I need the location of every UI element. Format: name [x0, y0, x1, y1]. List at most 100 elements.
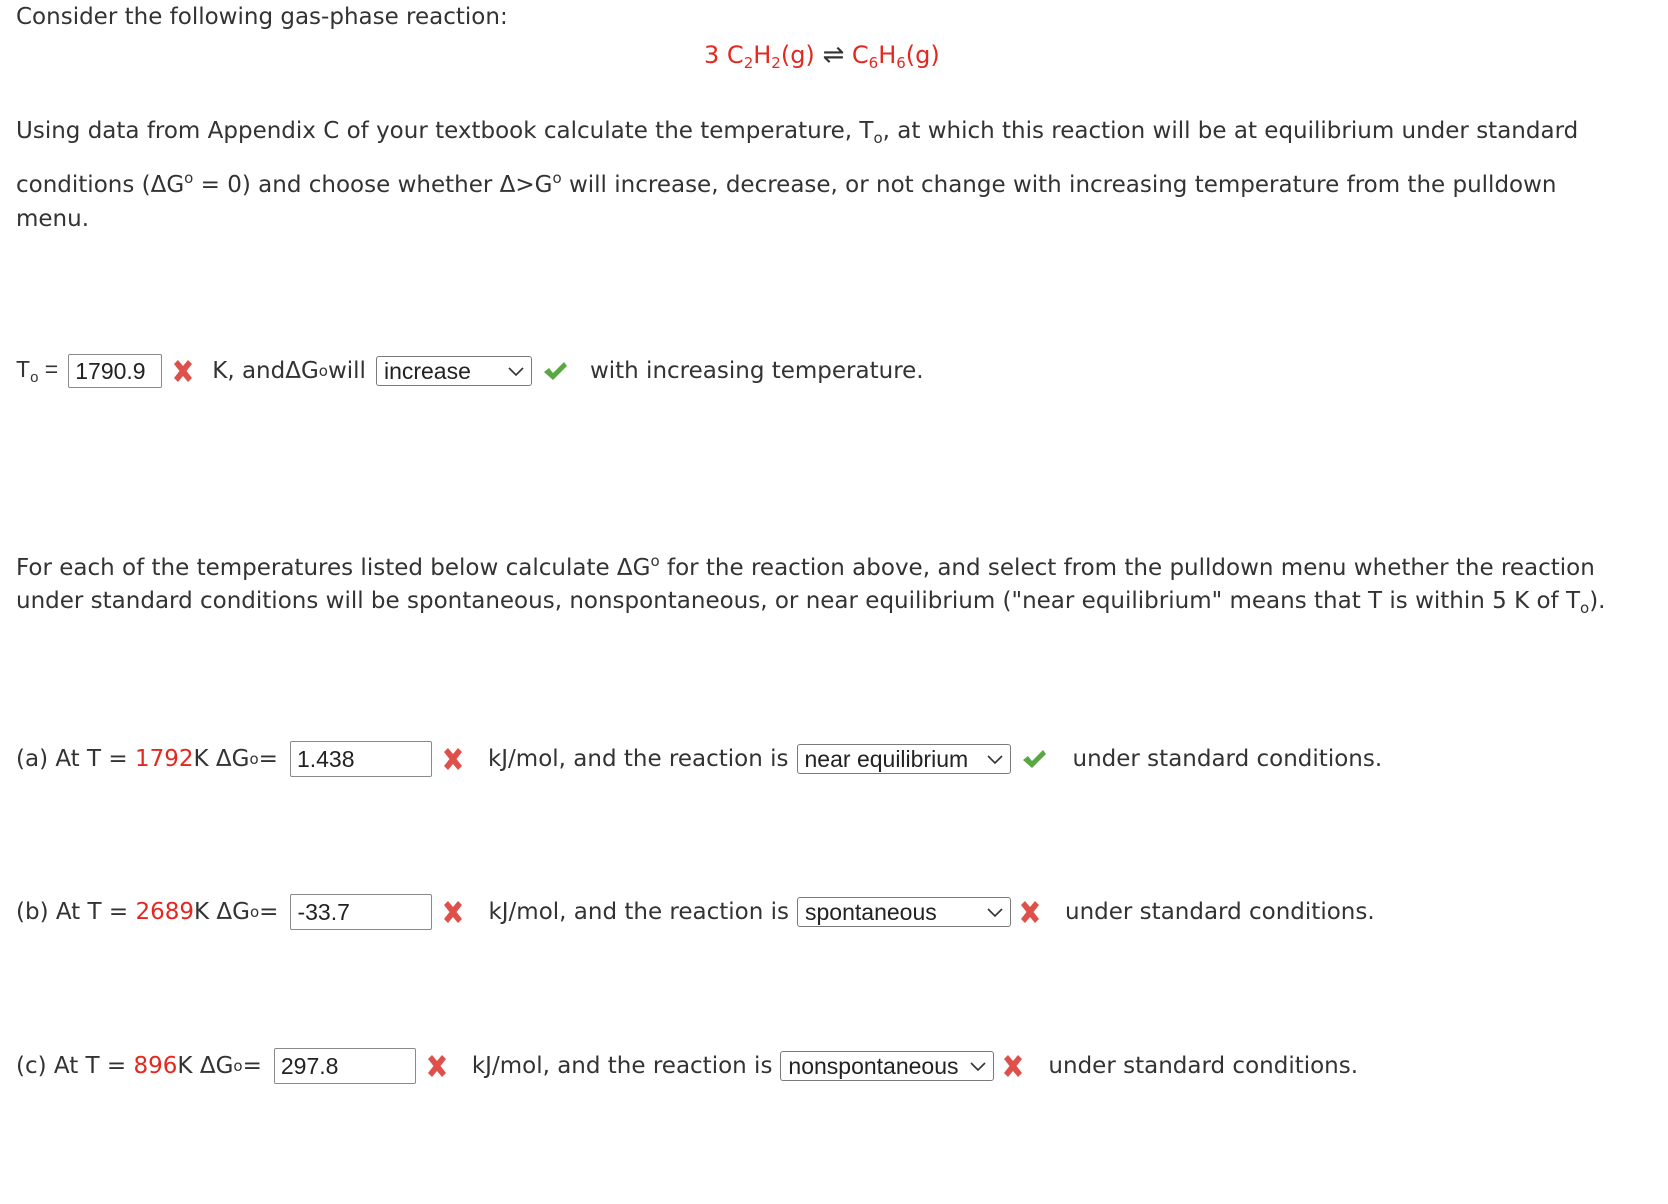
superscript: o [552, 169, 562, 187]
spontaneity-select-c[interactable]: nonspontaneous [780, 1051, 995, 1081]
to-label: To = [16, 356, 58, 386]
element-c: C [726, 41, 744, 69]
question-a-row: (a) At T = 1792 K ΔGo = 1.438 kJ/mol, an… [16, 740, 1382, 778]
instructions2-line-1: For each of the temperatures listed belo… [16, 552, 1595, 581]
delta-g-input-a[interactable]: 1.438 [289, 741, 432, 777]
subscript: o [1580, 599, 1590, 617]
incorrect-x-icon [170, 358, 196, 384]
instructions-line-2: conditions (ΔGo = 0) and choose whether … [16, 169, 1557, 198]
text: K [177, 1053, 193, 1079]
superscript: o [318, 362, 328, 380]
superscript: o [249, 903, 260, 921]
delta-symbol: Δ [499, 172, 516, 198]
text: = [259, 899, 279, 925]
chevron-down-icon [969, 1060, 987, 1072]
superscript: o [233, 1057, 243, 1075]
selected-value: nonspontaneous [788, 1052, 959, 1079]
equilibrium-temperature-input[interactable]: 1790.9 [68, 354, 163, 388]
spontaneity-select-b[interactable]: spontaneous [797, 897, 1012, 927]
text: conditions ( [16, 172, 151, 198]
incorrect-x-icon [424, 1053, 450, 1079]
reactant-coefficient: 3 [704, 41, 720, 69]
text: , at which this reaction will be at equi… [882, 118, 1579, 144]
subscript: 2 [743, 54, 754, 72]
text: under standard conditions. [1065, 899, 1375, 925]
text: (c) At T = [16, 1053, 127, 1079]
superscript: o [249, 750, 259, 768]
text: = 0) and choose whether [193, 172, 500, 198]
phase: (g) [780, 41, 815, 69]
text: T [16, 356, 31, 382]
delta-symbol: Δ [616, 555, 633, 581]
equilibrium-temperature-row: To = 1790.9 K, and ΔGo will increase wit… [16, 352, 924, 390]
selected-value: spontaneous [805, 898, 937, 925]
incorrect-x-icon [1000, 1053, 1026, 1079]
text: Using data from Appendix C of your textb… [16, 118, 874, 144]
selected-value: increase [383, 357, 471, 384]
text: under standard conditions will be sponta… [16, 588, 1581, 614]
product-formula: C6H6(g) [851, 41, 940, 72]
incorrect-x-icon [440, 899, 466, 925]
text: = [258, 746, 278, 772]
subscript: o [873, 129, 883, 147]
instructions-line-3: menu. [16, 206, 90, 232]
correct-check-icon [542, 358, 568, 384]
delta-symbol: Δ [216, 899, 233, 925]
delta-symbol: Δ [215, 746, 232, 772]
text: ). [1589, 588, 1606, 614]
reaction-equation: 3 C2H2(g) ⇌ C6H6(g) [704, 40, 940, 72]
element-c: C [851, 41, 869, 69]
text: K, and [212, 358, 286, 384]
text: G [231, 746, 250, 772]
text: G [632, 555, 651, 581]
chevron-down-icon [986, 906, 1004, 918]
correct-check-icon [1021, 746, 1047, 772]
text: G [300, 358, 319, 384]
text: under standard conditions. [1048, 1053, 1359, 1079]
text: kJ/mol, and the reaction is [487, 746, 789, 772]
text: = [38, 356, 59, 382]
instructions2-line-2: under standard conditions will be sponta… [16, 588, 1606, 617]
incorrect-x-icon [440, 746, 466, 772]
superscript: o [650, 552, 660, 570]
text: (a) At T = [16, 746, 128, 772]
equilibrium-arrow-icon: ⇌ [822, 40, 845, 70]
question-b-row: (b) At T = 2689 K ΔGo = -33.7 kJ/mol, an… [16, 893, 1375, 931]
delta-g-input-c[interactable]: 297.8 [273, 1048, 416, 1084]
text: for the reaction above, and select from … [659, 555, 1595, 581]
selected-value: near equilibrium [804, 745, 969, 772]
text: kJ/mol, and the reaction is [488, 899, 790, 925]
superscript: o [184, 169, 194, 187]
delta-symbol: Δ [199, 1053, 216, 1079]
temperature-value: 1792 [134, 746, 194, 772]
delta-g-input-b[interactable]: -33.7 [290, 894, 433, 930]
temperature-value: 2689 [135, 899, 195, 925]
incorrect-x-icon [1017, 899, 1043, 925]
chevron-down-icon [507, 365, 525, 377]
text: K [193, 746, 209, 772]
text: will [327, 358, 366, 384]
subscript: 2 [771, 54, 781, 72]
delta-symbol: Δ [285, 358, 301, 384]
text: kJ/mol, and the reaction is [471, 1053, 773, 1079]
element-h: H [878, 41, 897, 69]
text: For each of the temperatures listed belo… [16, 555, 617, 581]
text: under standard conditions. [1072, 746, 1383, 772]
element-h: H [753, 41, 772, 69]
temperature-value: 896 [133, 1053, 178, 1079]
text: G [166, 172, 185, 198]
intro-text: Consider the following gas-phase reactio… [16, 4, 508, 30]
subscript: 6 [868, 54, 879, 72]
text: = [242, 1053, 262, 1079]
text: (b) At T = [16, 899, 129, 925]
reactant-formula: C2H2(g) [726, 41, 815, 72]
spontaneity-select-a[interactable]: near equilibrium [796, 744, 1011, 774]
trend-select[interactable]: increase [375, 356, 532, 386]
delta-symbol: Δ [150, 172, 167, 198]
subscript: 6 [896, 54, 906, 72]
text: K [194, 899, 210, 925]
text: >G [515, 172, 553, 198]
text: with increasing temperature. [589, 358, 924, 384]
phase: (g) [905, 41, 940, 69]
text: will increase, decrease, or not change w… [561, 172, 1557, 198]
